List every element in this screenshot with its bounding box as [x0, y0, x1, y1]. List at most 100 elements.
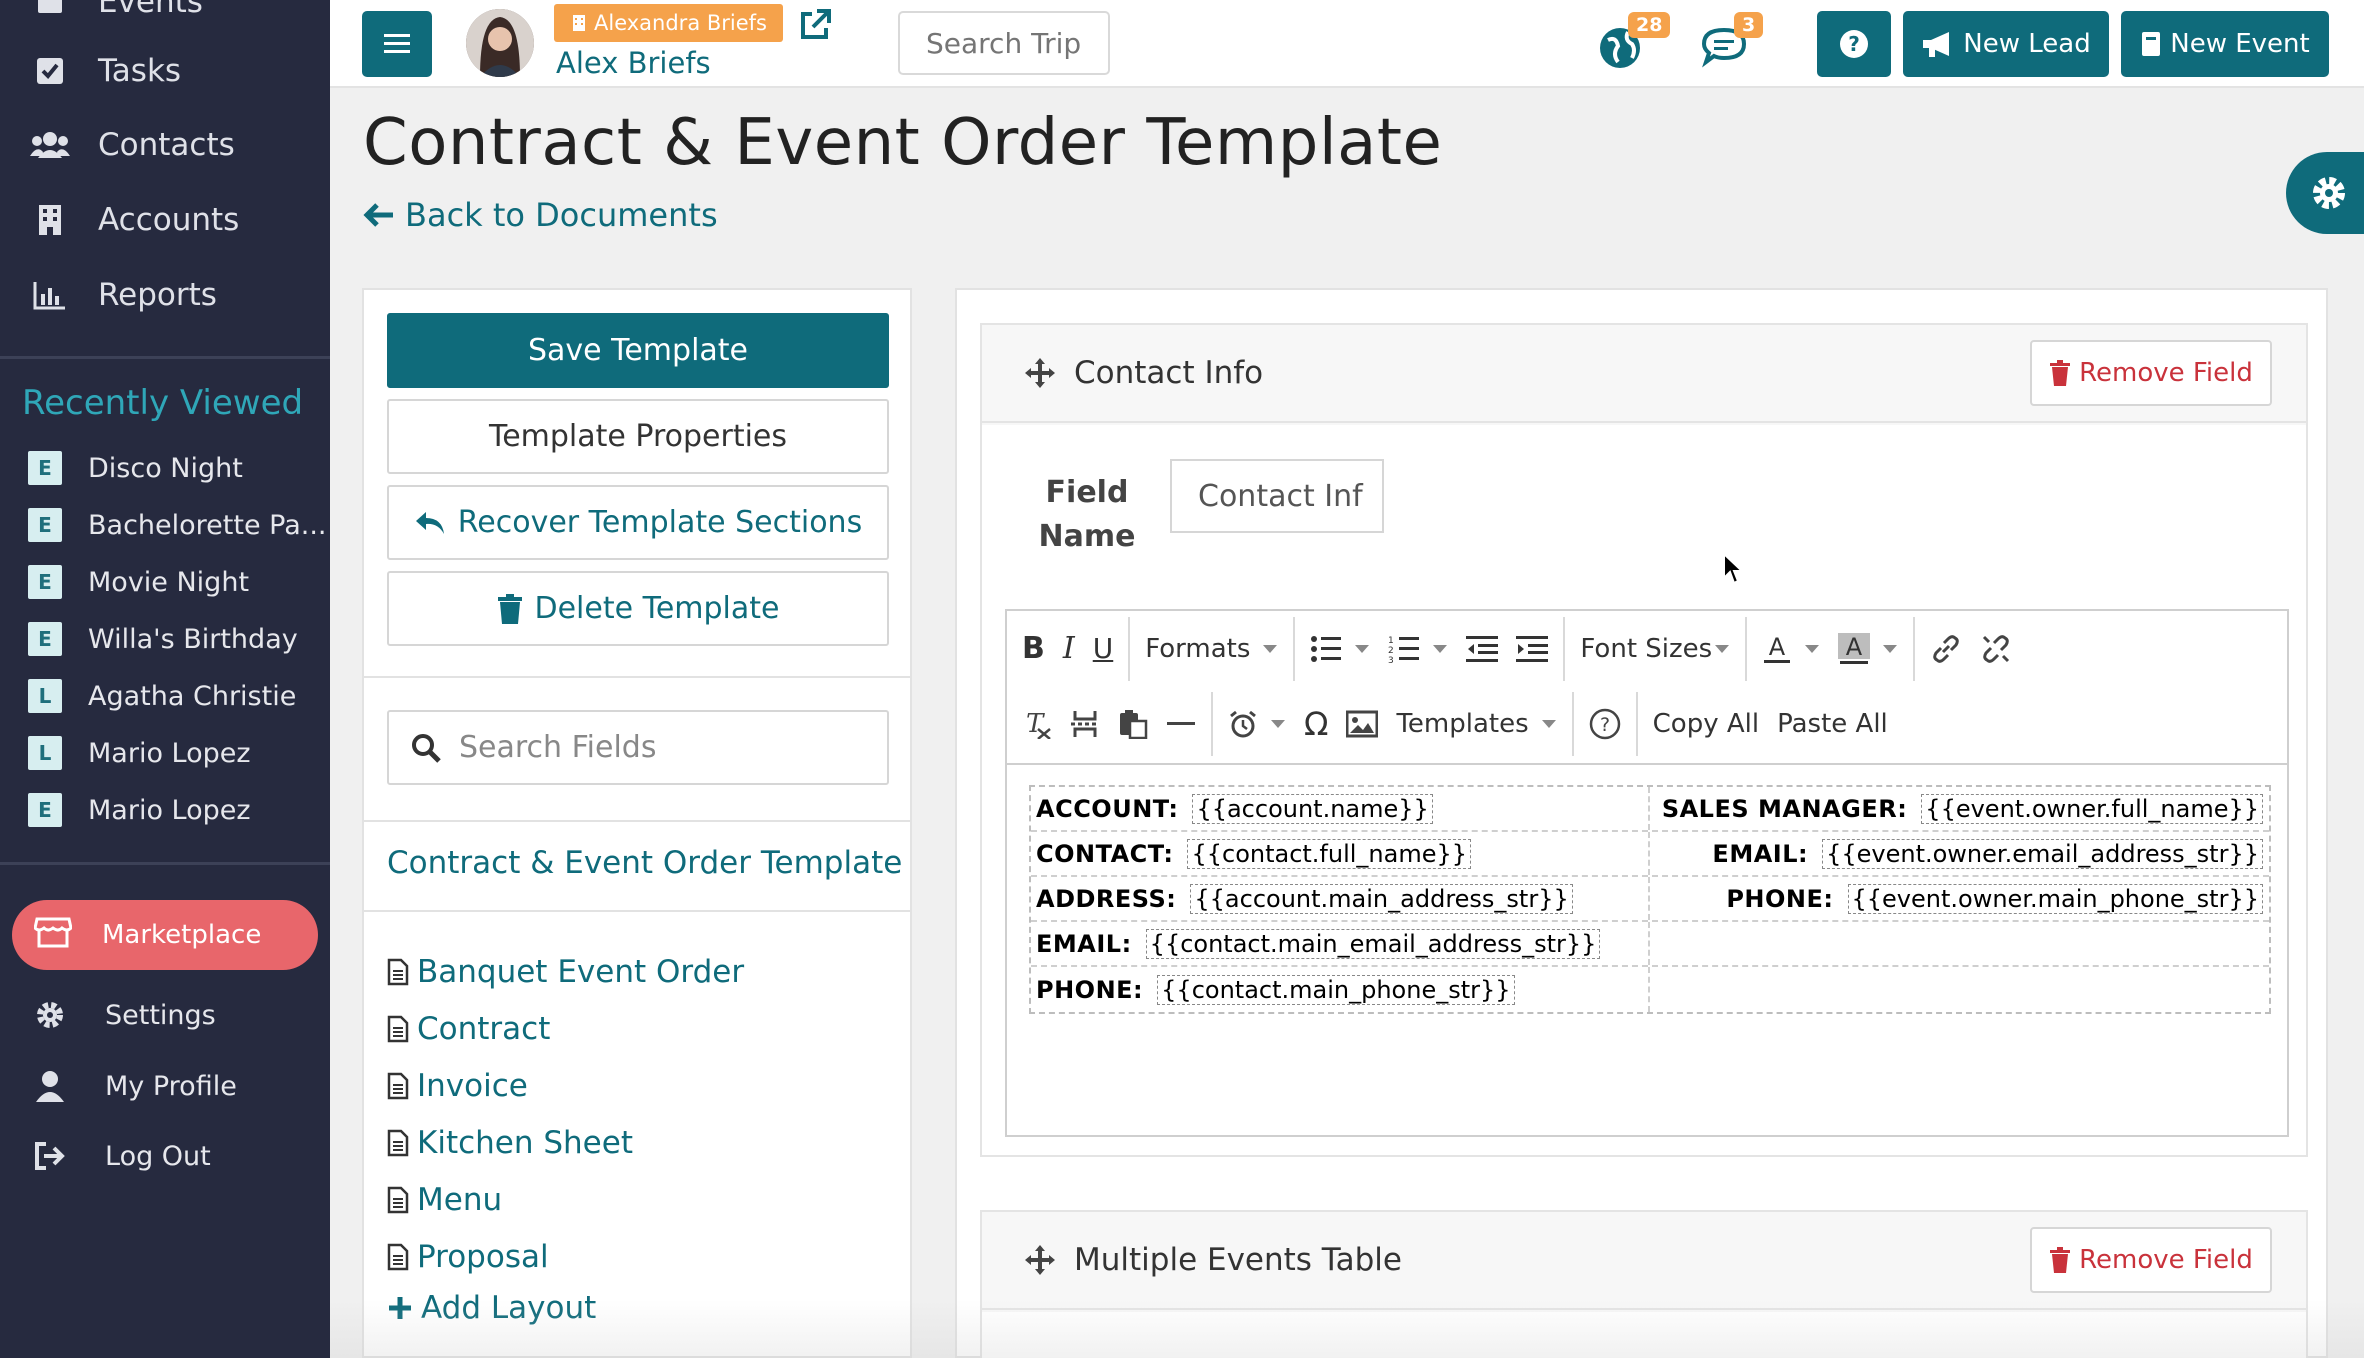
- external-link-icon[interactable]: [798, 8, 832, 46]
- template-properties-button[interactable]: Template Properties: [387, 399, 889, 474]
- templates-dropdown[interactable]: Templates: [1387, 694, 1565, 754]
- nav-accounts[interactable]: Accounts: [0, 190, 330, 250]
- table-row: ADDRESS: {{account.main_address_str}} PHO…: [1031, 877, 2269, 922]
- recover-template-sections-button[interactable]: Recover Template Sections: [387, 485, 889, 560]
- layout-item[interactable]: Kitchen Sheet: [387, 1119, 633, 1167]
- horizontal-line-icon[interactable]: [1157, 694, 1205, 754]
- paste-all-button[interactable]: Paste All: [1768, 694, 1897, 754]
- nav-events[interactable]: Events: [0, 0, 330, 32]
- gear-icon: [30, 999, 70, 1031]
- alarm-clock-icon[interactable]: [1219, 694, 1295, 754]
- table-cell: EMAIL: {{contact.main_email_address_str}}: [1031, 922, 1650, 965]
- chat-notifications[interactable]: 3: [1700, 12, 1764, 74]
- user-name[interactable]: Alex Briefs: [556, 46, 711, 80]
- merge-tag: {{event.owner.main_phone_str}}: [1847, 883, 2263, 914]
- trash-icon: [497, 593, 523, 624]
- background-color-icon[interactable]: A: [1829, 619, 1907, 679]
- move-handle-icon[interactable]: [1024, 357, 1056, 389]
- recent-item[interactable]: E Bachelorette Pa...: [28, 502, 327, 548]
- template-sidebar-panel: Save Template Template Properties Recove…: [362, 288, 912, 1358]
- layout-item[interactable]: Banquet Event Order: [387, 948, 744, 996]
- move-handle-icon[interactable]: [1024, 1244, 1056, 1276]
- marketplace-label: Marketplace: [102, 920, 262, 950]
- special-character-icon[interactable]: Ω: [1295, 694, 1337, 754]
- recent-item[interactable]: L Agatha Christie: [28, 673, 296, 719]
- layout-item[interactable]: Proposal: [387, 1233, 549, 1281]
- text-color-icon[interactable]: A: [1753, 619, 1829, 679]
- layout-label: Invoice: [417, 1068, 528, 1104]
- remove-field-button[interactable]: Remove Field: [2030, 1227, 2272, 1293]
- bold-icon[interactable]: B: [1013, 619, 1054, 679]
- reply-icon: [414, 510, 446, 536]
- layout-item[interactable]: Menu: [387, 1176, 502, 1224]
- copy-all-button[interactable]: Copy All: [1644, 694, 1768, 754]
- nav-settings[interactable]: Settings: [0, 987, 330, 1043]
- nav-tasks[interactable]: Tasks: [0, 41, 330, 101]
- settings-fab[interactable]: [2286, 152, 2364, 234]
- recent-item[interactable]: E Movie Night: [28, 559, 249, 605]
- globe-notifications[interactable]: 28: [1598, 12, 1671, 74]
- font-sizes-dropdown[interactable]: Font Sizes: [1571, 619, 1739, 679]
- image-icon[interactable]: [1337, 694, 1387, 754]
- formats-label: Formats: [1145, 633, 1251, 664]
- gear-icon: [2313, 177, 2345, 209]
- formats-dropdown[interactable]: Formats: [1136, 619, 1287, 679]
- nav-label: Events: [98, 0, 203, 20]
- avatar[interactable]: [466, 9, 534, 77]
- help-button[interactable]: ?: [1817, 11, 1891, 77]
- new-lead-button[interactable]: New Lead: [1903, 11, 2109, 77]
- merge-tag: {{event.owner.full_name}}: [1921, 793, 2263, 824]
- user-account-badge[interactable]: Alexandra Briefs: [554, 4, 783, 42]
- italic-icon[interactable]: I: [1054, 619, 1084, 679]
- bullet-list-icon[interactable]: [1301, 619, 1379, 679]
- recent-item[interactable]: E Mario Lopez: [28, 787, 251, 833]
- paste-icon[interactable]: [1109, 694, 1157, 754]
- recent-item[interactable]: E Disco Night: [28, 445, 243, 491]
- outdent-icon[interactable]: [1457, 619, 1507, 679]
- recent-item[interactable]: E Willa's Birthday: [28, 616, 298, 662]
- back-to-documents-link[interactable]: Back to Documents: [363, 196, 718, 234]
- clear-formatting-icon[interactable]: T: [1013, 694, 1061, 754]
- layout-label: Menu: [417, 1182, 503, 1218]
- field-card-title: Multiple Events Table: [1074, 1242, 1402, 1278]
- template-name-link[interactable]: Contract & Event Order Template: [387, 845, 902, 881]
- templates-label: Templates: [1396, 708, 1529, 739]
- cell-label: PHONE:: [1726, 884, 1834, 913]
- nav-reports[interactable]: Reports: [0, 265, 330, 325]
- link-icon[interactable]: [1921, 619, 1971, 679]
- unlink-icon[interactable]: [1971, 619, 2021, 679]
- recent-item[interactable]: L Mario Lopez: [28, 730, 251, 776]
- nav-log-out[interactable]: Log Out: [0, 1128, 330, 1184]
- save-template-button[interactable]: Save Template: [387, 313, 889, 388]
- field-name-label: Field Name: [1038, 475, 1136, 554]
- sidebar-divider: [0, 862, 330, 865]
- trash-icon: [2049, 1247, 2071, 1273]
- numbered-list-icon[interactable]: 123: [1379, 619, 1457, 679]
- merge-tag: {{account.main_address_str}}: [1190, 883, 1573, 914]
- caret-down-icon: [1262, 644, 1278, 654]
- underline-icon[interactable]: U: [1084, 619, 1123, 679]
- help-circle-icon[interactable]: ?: [1580, 694, 1630, 754]
- search-fields-placeholder: Search Fields: [459, 730, 657, 765]
- page-break-icon[interactable]: [1061, 694, 1109, 754]
- nav-my-profile[interactable]: My Profile: [0, 1058, 330, 1114]
- field-name-input[interactable]: [1170, 459, 1384, 533]
- editor-content-area[interactable]: ACCOUNT: {{account.name}} SALES MANAGER: {…: [1007, 763, 2287, 1135]
- nav-contacts[interactable]: Contacts: [0, 115, 330, 175]
- nav-label: My Profile: [105, 1070, 237, 1102]
- search-fields-input[interactable]: Search Fields: [387, 710, 889, 785]
- add-layout-button[interactable]: Add Layout: [387, 1284, 596, 1332]
- layout-item[interactable]: Contract: [387, 1005, 550, 1053]
- caret-down-icon: [1804, 644, 1820, 654]
- remove-field-button[interactable]: Remove Field: [2030, 340, 2272, 406]
- layout-label: Contract: [417, 1011, 551, 1047]
- file-icon: [387, 1129, 409, 1157]
- marketplace-button[interactable]: Marketplace: [12, 900, 318, 970]
- delete-template-button[interactable]: Delete Template: [387, 571, 889, 646]
- layout-item[interactable]: Invoice: [387, 1062, 528, 1110]
- nav-label: Reports: [98, 277, 217, 313]
- new-event-button[interactable]: New Event: [2121, 11, 2329, 77]
- indent-icon[interactable]: [1507, 619, 1557, 679]
- search-trip-input[interactable]: [898, 11, 1110, 75]
- menu-toggle-button[interactable]: [362, 11, 432, 77]
